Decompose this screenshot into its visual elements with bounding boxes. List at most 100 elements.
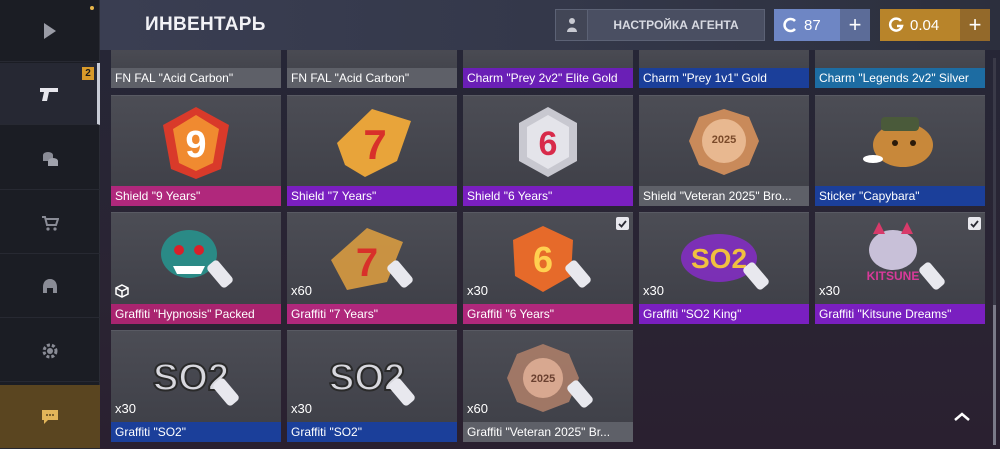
sidebar-item-inventory[interactable]: 2 [0, 63, 100, 125]
credits-icon [783, 17, 796, 33]
item-name: Shield "Veteran 2025" Bro... [639, 186, 809, 206]
item-image: 2025 [463, 331, 633, 423]
item-image: KITSUNE [815, 213, 985, 305]
item-image: 2025 [639, 96, 809, 187]
item-name: Graffiti "SO2 King" [639, 304, 809, 324]
item-name: Charm "Legends 2v2" Silver [815, 68, 985, 88]
sidebar: 2 [0, 0, 100, 449]
agent-icon [556, 10, 588, 40]
inventory-item[interactable]: FN FAL "Acid Carbon" [111, 50, 281, 88]
gear-icon [42, 343, 58, 358]
item-image: 7 [287, 96, 457, 187]
top-bar: ИНВЕНТАРЬ НАСТРОЙКА АГЕНТА 87 + 0.04 + [100, 0, 1000, 50]
add-credits-button[interactable]: + [840, 9, 870, 41]
gold-value-box: 0.04 [880, 9, 960, 41]
scroll-to-top-button[interactable] [950, 405, 974, 429]
inventory-item[interactable]: 6 Shield "6 Years" [463, 95, 633, 206]
inventory-item[interactable]: 7 Shield "7 Years" [287, 95, 457, 206]
item-image: 9 [111, 96, 281, 187]
item-name: Shield "6 Years" [463, 186, 633, 206]
inventory-grid: FN FAL "Acid Carbon" FN FAL "Acid Carbon… [100, 50, 1000, 449]
item-name: Sticker "Capybara" [815, 186, 985, 206]
so2-king-art-text: SO2 [691, 243, 747, 274]
shield-7-art-text: 7 [363, 121, 386, 168]
graffiti-6-art-text: 6 [533, 239, 553, 280]
inventory-item[interactable]: Charm "Prey 2v2" Elite Gold [463, 50, 633, 88]
item-name: Graffiti "Veteran 2025" Br... [463, 422, 633, 442]
item-name: Graffiti "Kitsune Dreams" [815, 304, 985, 324]
credits-value-box: 87 [774, 9, 840, 41]
inventory-item[interactable]: SO2 x30 Graffiti "SO2" [111, 330, 281, 442]
item-name: FN FAL "Acid Carbon" [287, 68, 457, 88]
item-image: 7 [287, 213, 457, 305]
sidebar-item-operatives[interactable] [0, 256, 100, 318]
item-quantity: x30 [291, 401, 312, 416]
veteran-art-text: 2025 [712, 134, 736, 146]
page-title: ИНВЕНТАРЬ [145, 14, 266, 35]
pistol-icon [39, 87, 58, 101]
inventory-item[interactable]: Charm "Legends 2v2" Silver [815, 50, 985, 88]
gold-icon [888, 17, 904, 32]
item-image: 6 [463, 96, 633, 187]
inventory-badge: 2 [82, 67, 94, 80]
inventory-item[interactable]: 2025 x60 Graffiti "Veteran 2025" Br... [463, 330, 633, 442]
sidebar-item-play[interactable] [0, 0, 100, 62]
notification-dot [90, 6, 94, 10]
cart-icon [42, 215, 59, 231]
item-name: Shield "9 Years" [111, 186, 281, 206]
gold-value: 0.04 [910, 16, 940, 34]
item-name: Graffiti "6 Years" [463, 304, 633, 324]
sidebar-item-settings[interactable] [0, 320, 100, 382]
inventory-item[interactable]: 7 x60 Graffiti "7 Years" [287, 212, 457, 324]
gold-currency: 0.04 + [880, 9, 990, 41]
item-name: Charm "Prey 1v1" Gold [639, 68, 809, 88]
credits-currency: 87 + [774, 9, 870, 41]
item-name: Charm "Prey 2v2" Elite Gold [463, 68, 633, 88]
packed-box-icon [115, 284, 129, 298]
agent-settings-label: НАСТРОЙКА АГЕНТА [613, 18, 739, 32]
inventory-item[interactable]: FN FAL "Acid Carbon" [287, 50, 457, 88]
item-name: Shield "7 Years" [287, 186, 457, 206]
item-name: FN FAL "Acid Carbon" [111, 68, 281, 88]
item-name: Graffiti "SO2" [287, 422, 457, 442]
item-quantity: x30 [643, 283, 664, 298]
play-icon [44, 22, 56, 39]
item-quantity: x30 [115, 401, 136, 416]
scrollbar-thumb[interactable] [993, 305, 996, 445]
veteran-graffiti-art-text: 2025 [531, 373, 555, 385]
shield-9-art-text: 9 [185, 124, 206, 166]
item-image: SO2 [287, 331, 457, 423]
shield-6-art-text: 6 [539, 125, 558, 163]
sidebar-item-currency[interactable] [0, 128, 100, 190]
inventory-item[interactable]: 9 Shield "9 Years" [111, 95, 281, 206]
item-name: Graffiti "SO2" [111, 422, 281, 442]
helmet-icon [43, 278, 57, 293]
inventory-item[interactable]: Sticker "Capybara" [815, 95, 985, 206]
graffiti-7-art-text: 7 [356, 241, 378, 285]
item-image: SO2 [111, 331, 281, 423]
inventory-item[interactable]: Graffiti "Hypnosis" Packed [111, 212, 281, 324]
item-name: Graffiti "Hypnosis" Packed [111, 304, 281, 324]
item-quantity: x30 [467, 283, 488, 298]
item-image: 6 [463, 213, 633, 305]
chevron-up-icon [954, 412, 970, 421]
sidebar-item-shop[interactable] [0, 192, 100, 254]
inventory-item[interactable]: 2025 Shield "Veteran 2025" Bro... [639, 95, 809, 206]
item-image [111, 213, 281, 305]
item-quantity: x60 [467, 401, 488, 416]
item-quantity: x30 [819, 283, 840, 298]
agent-settings-button[interactable]: НАСТРОЙКА АГЕНТА [555, 9, 765, 41]
inventory-item[interactable]: SO2 x30 Graffiti "SO2 King" [639, 212, 809, 324]
add-gold-button[interactable]: + [960, 9, 990, 41]
kitsune-art-text: KITSUNE [867, 269, 920, 283]
item-name: Graffiti "7 Years" [287, 304, 457, 324]
inventory-item[interactable]: SO2 x30 Graffiti "SO2" [287, 330, 457, 442]
inventory-item[interactable]: Charm "Prey 1v1" Gold [639, 50, 809, 88]
item-image [815, 96, 985, 187]
inventory-item[interactable]: 6 x30 Graffiti "6 Years" [463, 212, 633, 324]
item-image: SO2 [639, 213, 809, 305]
credits-value: 87 [804, 16, 821, 34]
coins-icon [43, 151, 58, 166]
sidebar-item-chat[interactable] [0, 385, 100, 449]
inventory-item[interactable]: KITSUNE x30 Graffiti "Kitsune Dreams" [815, 212, 985, 324]
